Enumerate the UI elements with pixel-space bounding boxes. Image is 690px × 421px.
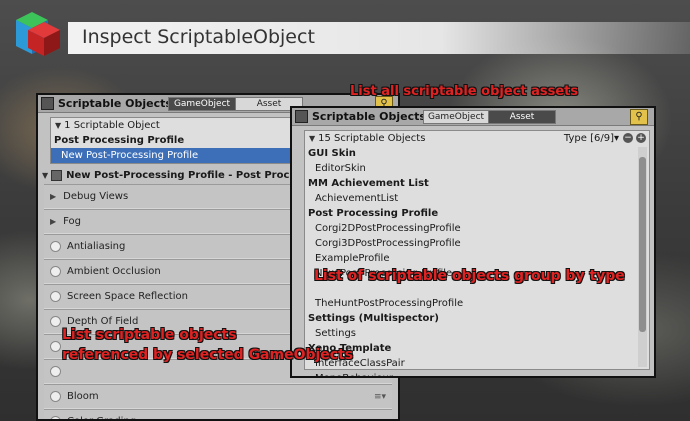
group-list: GUI Skin EditorSkin MM Achievement List Ach…	[305, 146, 637, 376]
toggle-icon[interactable]	[50, 366, 61, 377]
annotation-list-all: List all scriptable object assets	[350, 84, 579, 99]
list-item[interactable]: ExampleProfile	[305, 251, 637, 266]
list-item[interactable]: Settings	[305, 326, 637, 341]
type-filter-dropdown[interactable]: Type [6/9]▾	[564, 133, 619, 144]
window-icon	[295, 110, 308, 123]
toggle-icon[interactable]	[50, 266, 61, 277]
component-label: Screen Space Reflection	[67, 291, 188, 302]
list-item[interactable]: MonoBehaviour	[305, 371, 637, 376]
right-tab-asset[interactable]: Asset	[488, 110, 556, 124]
annotation-referenced-line1: List scriptable objects	[62, 327, 237, 343]
menu-icon[interactable]: ≡▾	[374, 392, 386, 402]
triangle-right-icon[interactable]: ▶	[50, 217, 56, 226]
triangle-down-icon[interactable]: ▼	[309, 134, 315, 143]
annotation-referenced-line2: referenced by selected GameObjects	[62, 347, 354, 363]
right-scriptable-objects-window: Scriptable Objects GameObject Asset ⚲ ▼ …	[290, 106, 656, 378]
list-item[interactable]: AchievementList	[305, 191, 637, 206]
title-banner: Inspect ScriptableObject	[68, 22, 690, 54]
toggle-icon[interactable]	[50, 341, 61, 352]
list-item[interactable]: Corgi3DPostProcessingProfile	[305, 236, 637, 251]
component-label: Fog	[63, 216, 82, 227]
scrollbar[interactable]	[638, 147, 647, 367]
triangle-right-icon[interactable]: ▶	[50, 192, 56, 201]
toggle-icon[interactable]	[50, 391, 61, 402]
list-item[interactable]: InterfaceClassPair	[305, 356, 637, 371]
right-toolbar: Scriptable Objects GameObject Asset ⚲	[292, 108, 654, 126]
right-tab-gameobject[interactable]: GameObject	[423, 110, 489, 124]
asset-icon	[51, 169, 63, 181]
scrollbar-thumb[interactable]	[639, 157, 646, 332]
group-header: Settings (Multispector)	[308, 313, 439, 324]
component-label: Debug Views	[63, 191, 129, 202]
window-icon	[41, 97, 54, 110]
inspector-title: New Post-Processing Profile - Post Proc	[66, 169, 290, 181]
right-window-title: Scriptable Objects	[312, 110, 426, 123]
remove-icon[interactable]: −	[623, 133, 633, 143]
add-icon[interactable]: +	[636, 133, 646, 143]
toggle-icon[interactable]	[50, 316, 61, 327]
logo-icon	[16, 12, 60, 56]
left-count-label: 1 Scriptable Object	[64, 120, 160, 131]
list-item[interactable]: EditorSkin	[305, 161, 637, 176]
group-header: MM Achievement List	[308, 178, 429, 189]
search-icon[interactable]: ⚲	[630, 109, 648, 125]
right-count-row: ▼ 15 Scriptable Objects Type [6/9]▾ − +	[305, 131, 649, 146]
list-item[interactable]: TheHuntPostProcessingProfile	[305, 296, 637, 311]
toggle-icon[interactable]	[50, 241, 61, 252]
component-row[interactable]: Color Grading ≡▾	[44, 409, 392, 420]
toggle-icon[interactable]	[50, 416, 61, 419]
right-count-label: 15 Scriptable Objects	[318, 133, 426, 144]
right-object-list: ▼ 15 Scriptable Objects Type [6/9]▾ − + …	[304, 130, 650, 376]
group-header: Xeno Template	[308, 343, 392, 354]
toggle-icon[interactable]	[50, 291, 61, 302]
menu-icon[interactable]: ≡▾	[374, 417, 386, 420]
group-header: Post Processing Profile	[308, 208, 439, 219]
page-title: Inspect ScriptableObject	[82, 26, 315, 48]
component-label: Antialiasing	[67, 241, 126, 252]
group-header: GUI Skin	[308, 148, 356, 159]
triangle-down-icon: ▼	[55, 121, 62, 130]
list-item[interactable]: Corgi2DPostProcessingProfile	[305, 221, 637, 236]
component-label: Depth Of Field	[67, 316, 139, 327]
annotation-group-by-type: List of scriptable objects group by type	[314, 268, 625, 284]
header: Inspect ScriptableObject	[0, 0, 690, 60]
component-row[interactable]: Bloom ≡▾	[44, 384, 392, 409]
component-label: Ambient Occlusion	[67, 266, 161, 277]
component-label: Color Grading	[67, 416, 136, 419]
component-label: Bloom	[67, 391, 99, 402]
triangle-down-icon[interactable]: ▼	[42, 171, 48, 180]
left-window-title: Scriptable Objects	[58, 97, 172, 110]
type-filter-label: Type [6/9]	[563, 133, 614, 144]
left-tab-gameobject[interactable]: GameObject	[168, 97, 236, 111]
